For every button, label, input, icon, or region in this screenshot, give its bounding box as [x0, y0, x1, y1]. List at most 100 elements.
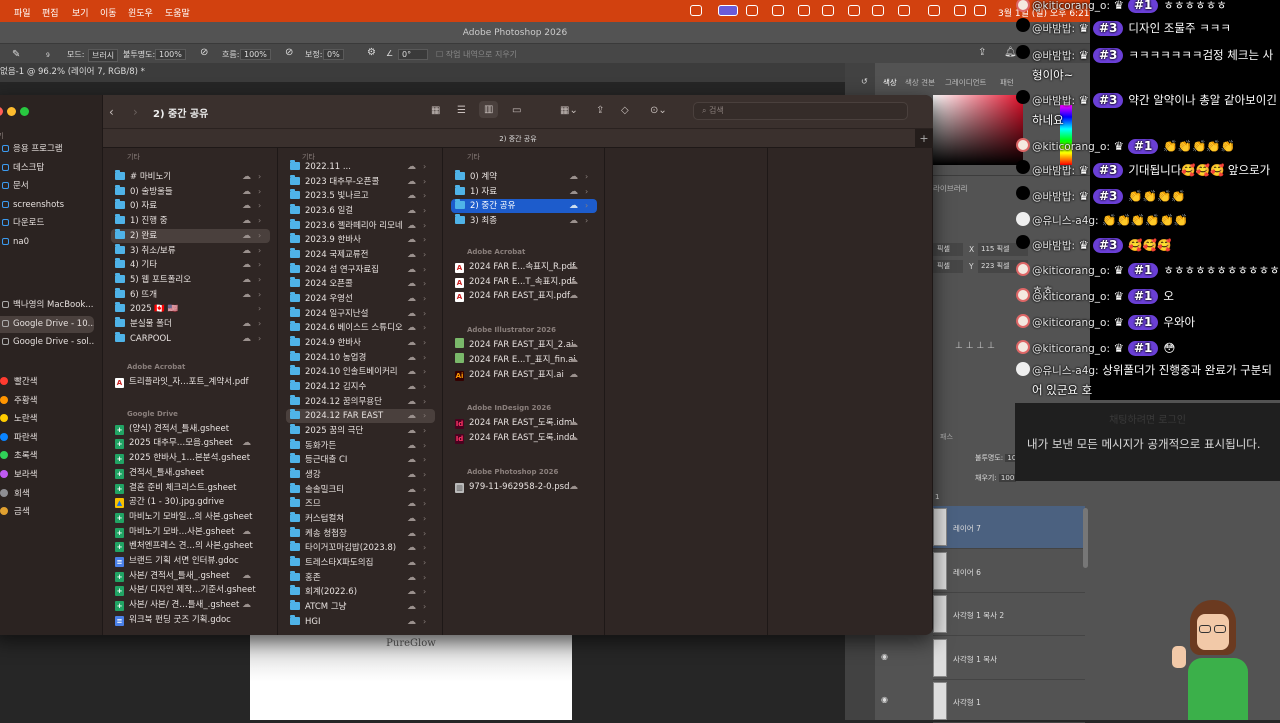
- cast-icon[interactable]: [772, 5, 784, 16]
- align-icons[interactable]: ⊥ ⊥ ⊥ ⊥: [955, 341, 995, 351]
- folder-row[interactable]: 2024 섬 연구자료집 ☁ ›: [286, 262, 435, 277]
- airbrush-icon[interactable]: ⊘: [285, 47, 293, 58]
- icloud-download-icon[interactable]: ☁: [407, 468, 416, 482]
- menu-item[interactable]: 편집: [42, 6, 59, 19]
- folder-row[interactable]: 2024.12 FAR EAST ☁ ›: [286, 409, 435, 424]
- folder-row[interactable]: 분실물 폴더 ☁ ›: [111, 317, 270, 331]
- pressure-opacity-icon[interactable]: ⊘: [200, 47, 208, 58]
- panel-tab[interactable]: 그레이디언트: [945, 77, 986, 88]
- back-icon[interactable]: ‹: [109, 105, 114, 119]
- folder-row[interactable]: 0) 자료 ☁ ›: [111, 199, 270, 213]
- sidebar-tag[interactable]: 보라색: [0, 467, 92, 484]
- sidebar-tag[interactable]: 파란색: [0, 430, 92, 447]
- sidebar-item[interactable]: 문서: [0, 178, 94, 195]
- icloud-download-icon[interactable]: ☁: [407, 336, 416, 350]
- icloud-download-icon[interactable]: ☁: [407, 380, 416, 394]
- file-row[interactable]: + 견적서_틀새.gsheet: [111, 466, 270, 480]
- icloud-download-icon[interactable]: ☁: [407, 571, 416, 585]
- file-row[interactable]: + 사본/ 견적서_틀새_.gsheet ☁: [111, 569, 270, 583]
- icloud-download-icon[interactable]: ☁: [407, 321, 416, 335]
- sidebar-item[interactable]: 다운로드: [0, 215, 94, 232]
- folder-row[interactable]: 2024.12 꿈의무용단 ☁ ›: [286, 394, 435, 409]
- close-button[interactable]: [0, 107, 3, 116]
- tab-current[interactable]: 2) 중간 공유: [499, 135, 536, 143]
- folder-row[interactable]: 4) 기타 ☁ ›: [111, 258, 270, 272]
- icon-view-icon[interactable]: ▦: [431, 105, 440, 116]
- folder-row[interactable]: 2024.12 김지수 ☁ ›: [286, 380, 435, 394]
- chat-avatar[interactable]: [1016, 288, 1030, 302]
- icloud-download-icon[interactable]: ☁: [569, 199, 578, 213]
- chat-avatar[interactable]: [1016, 186, 1030, 200]
- input-method-icon[interactable]: [872, 5, 884, 16]
- erase-history-checkbox[interactable]: ☐ 작업 내역으로 지우기: [436, 49, 517, 60]
- menu-item[interactable]: 보기: [72, 6, 89, 19]
- file-row[interactable]: A 2024 FAR E...속표지_R.pdf ☁: [451, 260, 597, 274]
- chat-avatar[interactable]: [1016, 18, 1030, 32]
- folder-row[interactable]: 등근대출 CI ☁ ›: [286, 453, 435, 467]
- folder-row[interactable]: 1) 자료 ☁ ›: [451, 184, 597, 199]
- libraries-tab[interactable]: 라이브러리: [933, 183, 968, 194]
- chat-avatar[interactable]: [1016, 262, 1030, 276]
- icloud-download-icon[interactable]: ☁: [407, 600, 416, 614]
- file-row[interactable]: A 2024 FAR E...T_속표지.pdf ☁: [451, 275, 597, 289]
- folder-row[interactable]: 트레스타X파도의집 ☁ ›: [286, 556, 435, 570]
- folder-row[interactable]: 생강 ☁ ›: [286, 468, 435, 482]
- sidebar-item[interactable]: screenshots: [0, 197, 94, 214]
- icloud-download-icon[interactable]: ☁: [569, 185, 578, 199]
- file-row[interactable]: Ai 2024 FAR EAST_표지.ai ☁: [451, 368, 597, 382]
- folder-row[interactable]: 0) 계약 ☁ ›: [451, 170, 597, 184]
- height-field[interactable]: 픽셀: [933, 260, 963, 273]
- sidebar-tag[interactable]: 금색: [0, 504, 92, 521]
- document-canvas[interactable]: PureGlow: [250, 635, 572, 720]
- icloud-download-icon[interactable]: ☁: [242, 199, 251, 213]
- chat-username[interactable]: @바밤밥:: [1032, 95, 1075, 107]
- tag-icon[interactable]: ◇: [621, 105, 629, 116]
- icloud-download-icon[interactable]: ☁: [242, 436, 251, 450]
- icloud-download-icon[interactable]: ☁: [407, 527, 416, 541]
- folder-row[interactable]: ATCM 그냥 ☁ ›: [286, 600, 435, 614]
- icloud-download-icon[interactable]: ☁: [407, 365, 416, 379]
- icloud-download-icon[interactable]: ☁: [242, 258, 251, 272]
- chat-username[interactable]: @바밤밥:: [1032, 191, 1075, 203]
- login-title[interactable]: 채팅하려면 로그인: [1015, 411, 1280, 426]
- eye-icon[interactable]: ◉: [881, 652, 888, 661]
- search-icon[interactable]: [954, 5, 966, 16]
- icloud-download-icon[interactable]: ☁: [407, 263, 416, 277]
- search-input[interactable]: ⌕ 검색: [693, 102, 908, 120]
- gear-icon[interactable]: ⚙: [367, 47, 376, 58]
- icloud-download-icon[interactable]: ☁: [569, 353, 578, 367]
- icloud-download-icon[interactable]: ☁: [407, 424, 416, 438]
- brush-tool-icon[interactable]: ✎: [12, 49, 20, 60]
- chat-avatar[interactable]: [1016, 138, 1030, 152]
- folder-row[interactable]: 2024 우영선 ☁ ›: [286, 292, 435, 306]
- icloud-download-icon[interactable]: ☁: [242, 317, 251, 331]
- creative-cloud-icon[interactable]: [690, 5, 702, 16]
- folder-row[interactable]: 2024 국제교류전 ☁ ›: [286, 248, 435, 262]
- icloud-download-icon[interactable]: ☁: [407, 292, 416, 306]
- folder-row[interactable]: 2023.6 일걸 ☁ ›: [286, 204, 435, 218]
- sidebar-item[interactable]: 백나영의 MacBook...: [0, 297, 94, 314]
- icloud-download-icon[interactable]: ☁: [242, 569, 251, 583]
- width-field[interactable]: 픽셀: [933, 243, 963, 256]
- chat-username[interactable]: @kiticorang_o:: [1032, 317, 1110, 329]
- folder-row[interactable]: 2024.10 인솔트베이커리 ☁ ›: [286, 365, 435, 379]
- drive-icon[interactable]: [798, 5, 810, 16]
- folder-row[interactable]: 2023.6 젤라떼리아 리모네 ☁ ›: [286, 218, 435, 233]
- icloud-download-icon[interactable]: ☁: [242, 185, 251, 199]
- layer-group-label[interactable]: 1: [935, 493, 939, 501]
- eye-icon[interactable]: ◉: [881, 695, 888, 704]
- icloud-download-icon[interactable]: ☁: [407, 189, 416, 203]
- icloud-download-icon[interactable]: ☁: [242, 598, 251, 612]
- sidebar-item[interactable]: na0: [0, 234, 94, 251]
- panel-tab[interactable]: 색상: [883, 77, 897, 88]
- record-icon[interactable]: [746, 5, 758, 16]
- icloud-download-icon[interactable]: ☁: [569, 260, 578, 274]
- icloud-download-icon[interactable]: ☁: [407, 512, 416, 526]
- gallery-view-icon[interactable]: ▭: [512, 105, 521, 116]
- folder-row[interactable]: 커스텀컬쳐 ☁ ›: [286, 512, 435, 526]
- folder-row[interactable]: 3) 취소/보류 ☁ ›: [111, 243, 270, 258]
- wifi-icon[interactable]: [928, 5, 940, 16]
- menu-item[interactable]: 윈도우: [128, 6, 153, 19]
- chat-avatar[interactable]: [1016, 340, 1030, 354]
- file-row[interactable]: 2024 FAR E...T_표지_fin.ai ☁: [451, 352, 597, 367]
